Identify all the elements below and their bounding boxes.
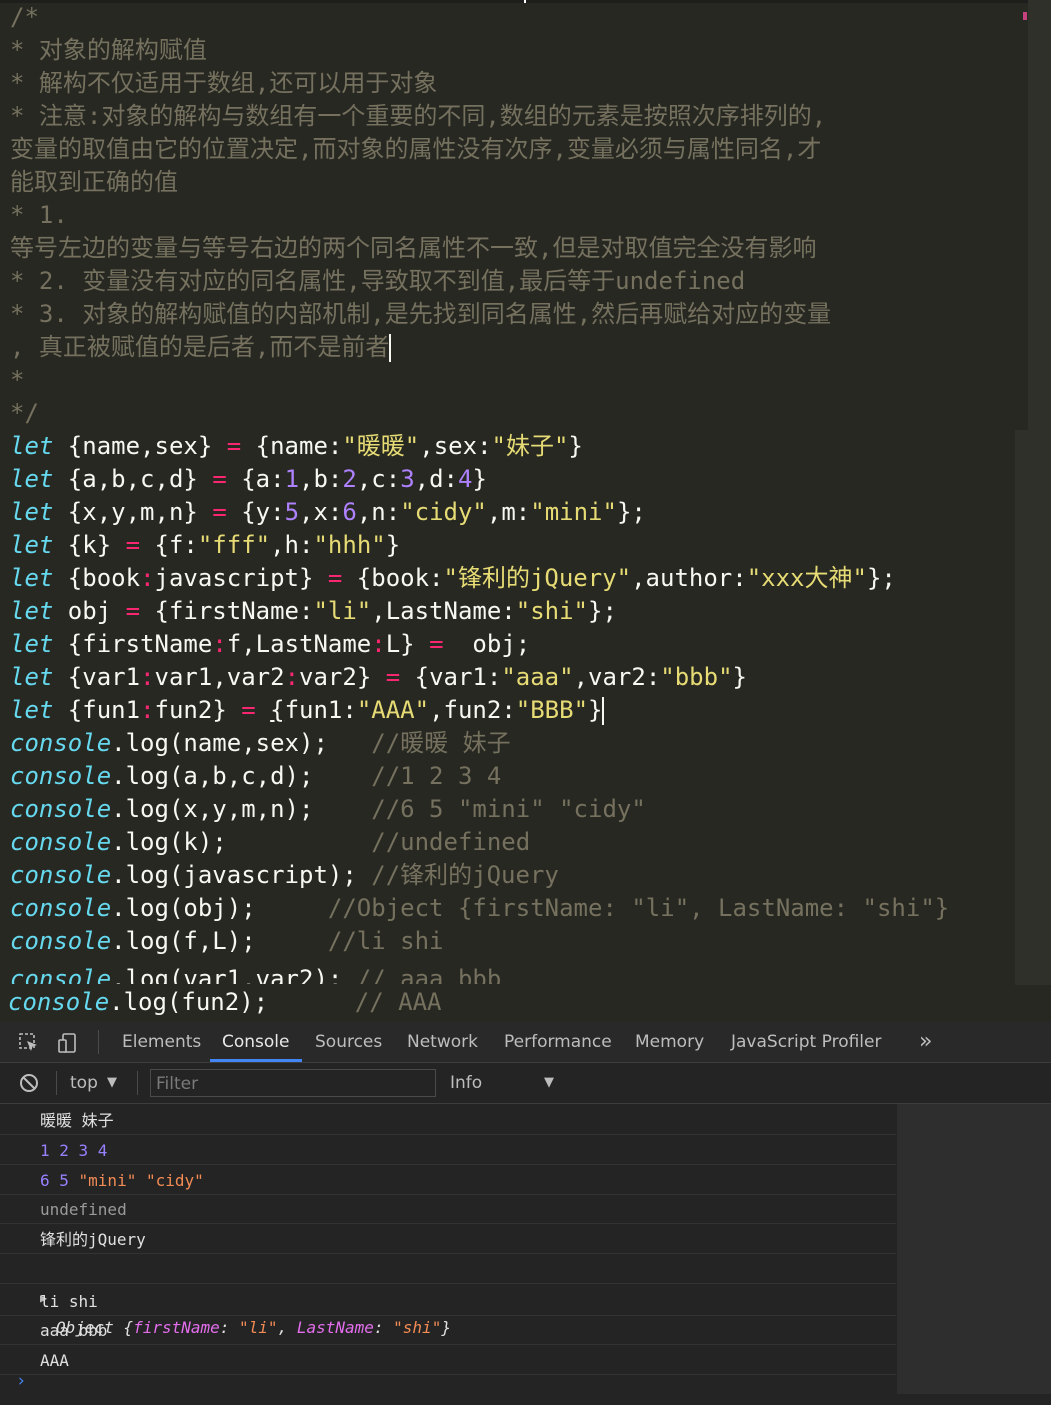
console-log-line: console.log(f,L); //li shi [10, 927, 444, 955]
console-log-line: console.log(obj); //Object {firstName: "… [10, 894, 950, 922]
comment-line: * [10, 366, 25, 394]
console-prompt-input[interactable]: › [16, 1371, 26, 1391]
devtools-tab-bar: Elements Console Sources Network Perform… [0, 1022, 1051, 1063]
console-side-pane [897, 1104, 1051, 1394]
tab-console[interactable]: Console [210, 1022, 301, 1062]
log-level-dropdown-icon[interactable]: ▼ [544, 1063, 554, 1103]
console-message-object[interactable]: ▶ Object {firstName: "li", LastName: "sh… [0, 1255, 896, 1337]
filter-input[interactable]: Filter [150, 1069, 436, 1097]
comment-line: 等号左边的变量与等号右边的两个同名属性不一致,但是对取值完全没有影响 [10, 234, 817, 262]
code-line: let obj = {firstName:"li",LastName:"shi"… [10, 597, 617, 625]
change-marker-icon [1023, 12, 1027, 20]
comment-line: * 1. [10, 201, 68, 229]
console-message: aaa bbb [0, 1316, 896, 1345]
code-line: let {k} = {f:"fff",h:"hhh"} [10, 531, 401, 559]
comment-line: * 3. 对象的解构赋值的内部机制,是先找到同名属性,然后再赋给对应的变量 [10, 300, 832, 328]
comment-line: * 2. 变量没有对应的同名属性,导致取不到值,最后等于undefined [10, 267, 746, 295]
tab-sources[interactable]: Sources [315, 1022, 382, 1062]
context-dropdown-icon[interactable]: ▼ [107, 1063, 117, 1103]
console-message: 锋利的jQuery [0, 1225, 896, 1254]
console-log-line: console.log(k); //undefined [10, 828, 531, 856]
comment-line: * 对象的解构赋值 [10, 36, 207, 64]
text-cursor [389, 334, 392, 362]
console-log-line: console.log(x,y,m,n); //6 5 "mini" "cidy… [10, 795, 646, 823]
console-log-line-row: console.log(fun2); // AAA [0, 985, 1051, 1020]
comment-line: * 注意:对象的解构与数组有一个重要的不同,数组的元素是按照次序排列的, [10, 102, 827, 130]
inspect-element-icon[interactable] [18, 1032, 40, 1054]
console-log-line: console.log(a,b,c,d); //1 2 3 4 [10, 762, 502, 790]
comment-line: /* [10, 3, 39, 31]
console-log-line: console.log(fun2); // AAA [8, 988, 442, 1016]
console-message: li shi [0, 1287, 896, 1316]
comment-line: * 解构不仅适用于数组,还可以用于对象 [10, 69, 438, 97]
toolbar-divider [137, 1071, 138, 1095]
toolbar-divider [56, 1071, 57, 1095]
code-line: let {x,y,m,n} = {y:5,x:6,n:"cidy",m:"min… [10, 498, 646, 526]
tab-network[interactable]: Network [407, 1022, 478, 1062]
console-message: AAA [0, 1346, 896, 1375]
code-line: let {firstName:f,LastName:L} = obj; [10, 630, 531, 658]
console-message: 6 5 "mini" "cidy" [0, 1166, 896, 1195]
toolbar-divider [98, 1030, 99, 1054]
clear-console-icon[interactable] [18, 1072, 40, 1094]
context-selector[interactable]: top [70, 1063, 98, 1103]
code-line: let {fun1:fun2} = {fun1:"AAA",fun2:"BBB"… [10, 696, 605, 725]
tab-javascript-profiler[interactable]: JavaScript Profiler [731, 1022, 881, 1062]
editor-scrollbar-track[interactable] [1028, 0, 1051, 430]
console-message: 暖暖 妹子 [0, 1106, 896, 1135]
editor-scrollbar-track-lower[interactable] [1015, 430, 1051, 985]
code-line: let {book:javascript} = {book:"锋利的jQuery… [10, 564, 896, 592]
console-log-line: console.log(javascript); //锋利的jQuery [10, 861, 559, 889]
devtools-panel: Elements Console Sources Network Perform… [0, 1022, 1051, 1405]
console-filter-bar: top ▼ Filter Info ▼ [0, 1063, 1051, 1104]
code-line: let {var1:var1,var2:var2} = {var1:"aaa",… [10, 663, 747, 691]
comment-line: , 真正被赋值的是后者,而不是前者 [10, 333, 392, 362]
comment-line: */ [10, 399, 39, 427]
tab-elements[interactable]: Elements [122, 1022, 201, 1062]
log-level-select[interactable]: Info [450, 1063, 482, 1103]
tab-memory[interactable]: Memory [635, 1022, 704, 1062]
console-message: 1 2 3 4 [0, 1136, 896, 1165]
code-line: let {name,sex} = {name:"暖暖",sex:"妹子"} [10, 432, 583, 460]
editor-top-bar [0, 0, 1051, 3]
more-tabs-button[interactable]: » [919, 1022, 932, 1062]
code-line: let {a,b,c,d} = {a:1,b:2,c:3,d:4} [10, 465, 487, 493]
comment-line: 能取到正确的值 [10, 168, 178, 196]
scroll-marker [524, 0, 526, 3]
device-toolbar-icon[interactable] [57, 1032, 79, 1054]
tab-performance[interactable]: Performance [504, 1022, 612, 1062]
bracket-match-cursor [602, 697, 605, 725]
comment-line: 变量的取值由它的位置决定,而对象的属性没有次序,变量必须与属性同名,才 [10, 135, 822, 163]
console-log-line: console.log(name,sex); //暖暖 妹子 [10, 729, 511, 757]
code-editor[interactable]: /* * 对象的解构赋值 * 解构不仅适用于数组,还可以用于对象 * 注意:对象… [0, 0, 1051, 1020]
console-message: undefined [0, 1195, 896, 1224]
